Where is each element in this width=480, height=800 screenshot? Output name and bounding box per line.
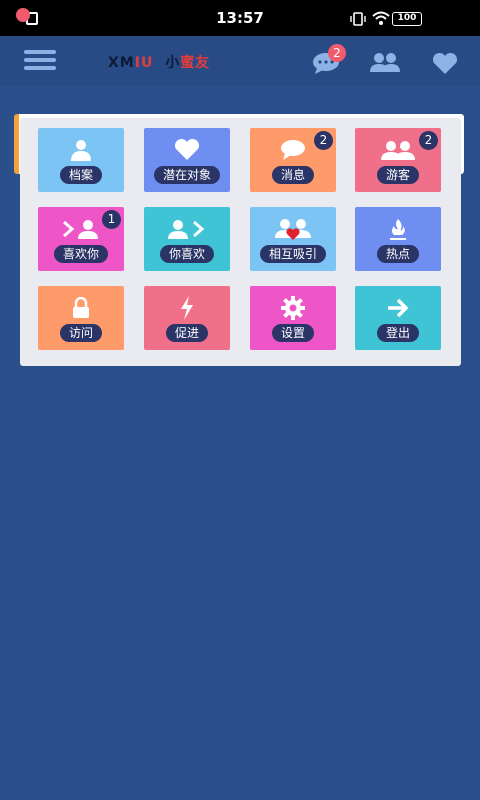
quick-menu-panel: 档案 潜在对象 消息 2 游客 2 喜欢你 1 你喜欢 相互吸引 热点访问 促进 设置 登出: [20, 118, 461, 366]
status-bar: 13:57 100: [0, 0, 480, 36]
gear-icon: [250, 296, 336, 320]
menu-tile-6[interactable]: 相互吸引: [250, 207, 336, 271]
app-header: XMIU 小蜜友: [0, 36, 480, 86]
menu-tile-label: 访问: [59, 324, 103, 342]
menu-tile-9[interactable]: 促进: [144, 286, 230, 350]
menu-tile-7[interactable]: 热点: [355, 207, 441, 271]
brand-logo: XMIU 小蜜友: [108, 55, 211, 71]
menu-tile-label: 你喜欢: [159, 245, 215, 263]
notification-badge: 2: [419, 131, 438, 150]
menu-notification-dot: [16, 8, 30, 22]
notification-badge: 1: [102, 210, 121, 229]
menu-tile-label: 喜欢你: [53, 245, 109, 263]
you-like-icon: [144, 217, 230, 241]
menu-tile-label: 游客: [376, 166, 420, 184]
favorites-heart-icon[interactable]: [432, 53, 458, 75]
notification-badge: 2: [314, 131, 333, 150]
menu-tile-label: 登出: [376, 324, 420, 342]
bolt-icon: [144, 296, 230, 320]
heart-icon: [144, 138, 230, 162]
menu-tile-label: 促进: [165, 324, 209, 342]
chat-badge: 2: [328, 44, 346, 62]
menu-tile-5[interactable]: 你喜欢: [144, 207, 230, 271]
menu-tile-label: 档案: [59, 166, 103, 184]
wifi-icon: [372, 11, 390, 25]
menu-tile-label: 设置: [271, 324, 315, 342]
menu-tile-4[interactable]: 喜欢你 1: [38, 207, 124, 271]
menu-tile-1[interactable]: 潜在对象: [144, 128, 230, 192]
menu-tile-3[interactable]: 游客 2: [355, 128, 441, 192]
flame-icon: [355, 217, 441, 241]
menu-tile-8[interactable]: 访问: [38, 286, 124, 350]
menu-tile-label: 消息: [271, 166, 315, 184]
menu-tile-11[interactable]: 登出: [355, 286, 441, 350]
menu-tile-label: 潜在对象: [153, 166, 221, 184]
menu-tile-0[interactable]: 档案: [38, 128, 124, 192]
group-icon[interactable]: [370, 52, 400, 72]
menu-tile-10[interactable]: 设置: [250, 286, 336, 350]
menu-tile-label: 热点: [376, 245, 420, 263]
mutual-heart-icon: [250, 217, 336, 241]
menu-tile-2[interactable]: 消息 2: [250, 128, 336, 192]
arrow-right-icon: [355, 296, 441, 320]
vibrate-icon: [350, 12, 366, 26]
person-icon: [38, 138, 124, 162]
lock-icon: [38, 296, 124, 320]
battery-indicator: 100: [392, 12, 422, 26]
menu-button[interactable]: [22, 46, 58, 74]
menu-tile-label: 相互吸引: [259, 245, 327, 263]
